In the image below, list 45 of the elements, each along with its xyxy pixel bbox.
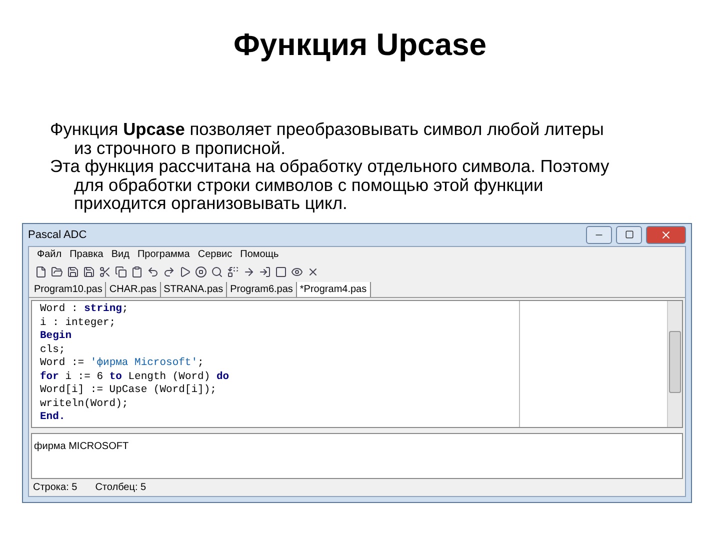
code-editor[interactable]: Word : string; i : integer; Begin cls; Word := 'фирма Microsoft'; for i := 6 to Length (Word) do Word[i] := UpCase (Word[i]); writeln(Word); End.	[31, 300, 683, 428]
slide-paragraph: Функция Upcase позволяет преобразовывать символ любой литеры из строчного в прописной.	[50, 120, 605, 157]
code-line: Word := 'фирма Microsoft';	[40, 357, 205, 371]
step-into-icon[interactable]	[259, 266, 271, 278]
stop-icon[interactable]	[195, 266, 207, 278]
frame-icon[interactable]	[275, 266, 287, 278]
redo-icon[interactable]	[163, 266, 175, 278]
menu-item[interactable]: Вид	[111, 248, 130, 260]
new-file-icon[interactable]	[35, 266, 47, 278]
copy-icon[interactable]	[115, 266, 127, 278]
code-line: writeln(Word);	[40, 398, 130, 411]
window-title: Pascal ADC	[28, 228, 88, 240]
code-line: Word : string;	[40, 303, 130, 317]
code-line: for i := 6 to Length (Word) do	[40, 370, 230, 384]
vertical-scrollbar[interactable]	[667, 301, 682, 427]
code-line: i : integer;	[40, 316, 117, 330]
step-icon[interactable]	[243, 266, 255, 278]
close-button[interactable]	[646, 226, 686, 244]
slide-title: Функция Upcase	[232, 26, 488, 64]
menu-item[interactable]: Правка	[70, 248, 104, 260]
status-text: Столбец: 5	[95, 482, 146, 492]
code-line: Begin	[40, 330, 73, 344]
menu-item[interactable]: Помощь	[240, 248, 279, 260]
code-line: End.	[40, 411, 66, 425]
file-tab[interactable]: *Program4.pas	[296, 282, 371, 298]
close-icon	[660, 228, 672, 240]
slide-paragraph: Эта функция рассчитана на обработку отдельного символа. Поэтому для обработки строки символов с помощью этой функции приходится организовывать цикл.	[50, 157, 610, 212]
output-text: фирма MICROSOFT	[34, 440, 129, 452]
maximize-button[interactable]	[616, 226, 642, 244]
save-icon[interactable]	[67, 266, 79, 278]
file-tab[interactable]: STRANA.pas	[160, 282, 228, 298]
open-folder-icon[interactable]	[51, 266, 63, 278]
code-line: Word[i] := UpCase (Word[i]);	[40, 384, 218, 398]
undo-icon[interactable]	[147, 266, 159, 278]
search-icon[interactable]	[211, 266, 223, 278]
code-line: cls;	[40, 344, 66, 357]
status-text: Строка: 5	[33, 482, 78, 492]
run-icon[interactable]	[179, 266, 191, 278]
cut-icon[interactable]	[99, 266, 111, 278]
close-icon[interactable]	[307, 266, 319, 278]
paste-icon[interactable]	[131, 266, 143, 278]
menu-item[interactable]: Программа	[137, 248, 190, 260]
menu-item[interactable]: Сервис	[198, 248, 232, 260]
maximize-icon	[624, 230, 634, 239]
menu-item[interactable]: Файл	[37, 248, 62, 260]
